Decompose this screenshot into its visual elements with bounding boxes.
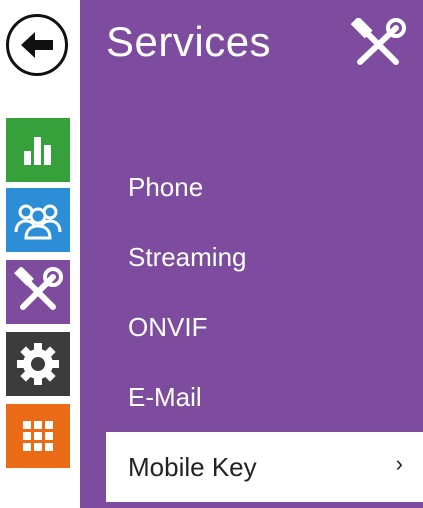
back-button[interactable] [6,14,68,76]
nav-settings[interactable] [6,332,70,396]
grid-icon [23,421,53,451]
arrow-left-icon [21,32,53,58]
nav-status[interactable] [6,118,70,182]
nav-users[interactable] [6,188,70,252]
menu-item-onvif[interactable]: ONVIF [128,312,207,343]
nav-apps[interactable] [6,404,70,468]
menu-item-mobile-key[interactable]: Mobile Key › [106,432,423,502]
page-title: Services [106,18,272,65]
chevron-right-icon: › [395,451,403,476]
tools-icon [348,16,410,70]
menu-item-streaming[interactable]: Streaming [128,242,247,273]
menu-item-phone[interactable]: Phone [128,172,203,203]
nav-services[interactable] [6,260,70,324]
bar-chart-icon [24,137,51,165]
tools-icon [14,267,63,310]
users-icon [14,204,62,240]
gear-icon [17,343,59,385]
menu-item-label: Mobile Key [128,451,257,482]
menu-item-email[interactable]: E-Mail [128,382,202,413]
